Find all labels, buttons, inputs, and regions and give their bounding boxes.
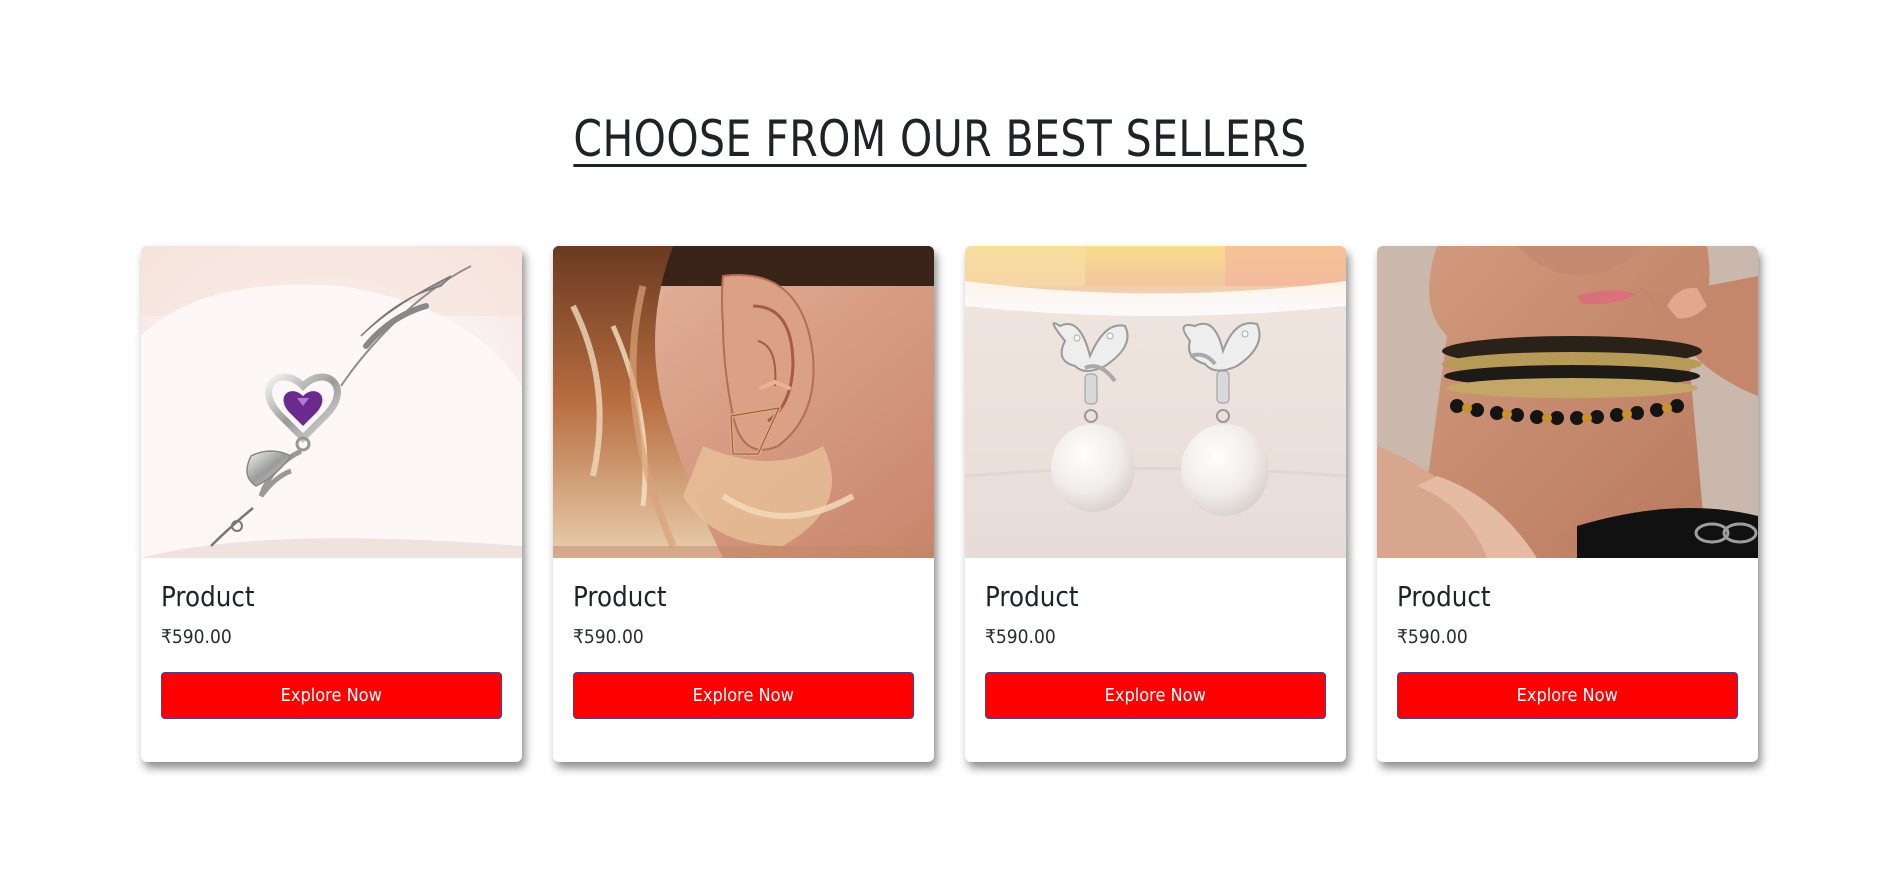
- product-card: Product ₹590.00 Explore Now: [141, 246, 522, 762]
- product-image[interactable]: [1377, 246, 1758, 558]
- explore-now-button[interactable]: Explore Now: [573, 672, 914, 719]
- explore-now-button-label: Explore Now: [1104, 685, 1207, 706]
- product-image[interactable]: [141, 246, 522, 558]
- product-name: Product: [1397, 580, 1491, 613]
- product-price: ₹590.00: [573, 626, 644, 648]
- product-card-body: Product ₹590.00 Explore Now: [141, 580, 522, 719]
- explore-now-button-label: Explore Now: [1516, 685, 1619, 706]
- section-title-text: CHOOSE FROM OUR BEST SELLERS: [573, 110, 1307, 168]
- product-image[interactable]: [553, 246, 934, 558]
- product-card-body: Product ₹590.00 Explore Now: [553, 580, 934, 719]
- section-title: CHOOSE FROM OUR BEST SELLERS: [169, 110, 1711, 168]
- product-grid: Product ₹590.00 Explore Now Product ₹590…: [141, 246, 1758, 762]
- product-card-body: Product ₹590.00 Explore Now: [965, 580, 1346, 719]
- ear-jacket-earring-image: [553, 246, 934, 558]
- butterfly-pearl-earrings-image: [965, 246, 1346, 558]
- beaded-choker-image: [1377, 246, 1758, 558]
- best-sellers-page: CHOOSE FROM OUR BEST SELLERS Product ₹59…: [0, 0, 1880, 889]
- product-price: ₹590.00: [1397, 626, 1468, 648]
- explore-now-button[interactable]: Explore Now: [161, 672, 502, 719]
- product-card: Product ₹590.00 Explore Now: [553, 246, 934, 762]
- product-image[interactable]: [965, 246, 1346, 558]
- explore-now-button[interactable]: Explore Now: [985, 672, 1326, 719]
- product-name: Product: [161, 580, 255, 613]
- product-price: ₹590.00: [985, 626, 1056, 648]
- product-name: Product: [985, 580, 1079, 613]
- product-card: Product ₹590.00 Explore Now: [965, 246, 1346, 762]
- heart-bracelet-image: [141, 246, 522, 558]
- explore-now-button-label: Explore Now: [280, 685, 383, 706]
- product-name: Product: [573, 580, 667, 613]
- product-card-body: Product ₹590.00 Explore Now: [1377, 580, 1758, 719]
- product-price: ₹590.00: [161, 626, 232, 648]
- explore-now-button[interactable]: Explore Now: [1397, 672, 1738, 719]
- product-card: Product ₹590.00 Explore Now: [1377, 246, 1758, 762]
- explore-now-button-label: Explore Now: [692, 685, 795, 706]
